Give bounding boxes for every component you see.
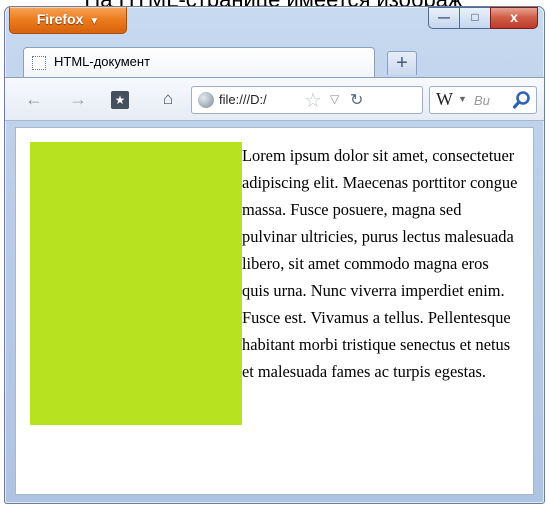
globe-icon: [198, 92, 214, 108]
bookmarks-icon[interactable]: ★: [111, 91, 129, 109]
close-button[interactable]: x: [490, 7, 538, 29]
tab-title: HTML-документ: [54, 54, 151, 69]
search-icon[interactable]: [512, 90, 532, 110]
window-controls: — □ x: [428, 7, 538, 29]
browser-window: Firefox ▼ — □ x HTML-документ + ← → ★ ⌂ f…: [4, 6, 545, 504]
firefox-menu-label: Firefox: [36, 11, 84, 27]
chevron-down-icon[interactable]: ▼: [458, 94, 467, 104]
url-input[interactable]: file:///D:/: [219, 92, 301, 107]
home-icon[interactable]: ⌂: [155, 88, 181, 110]
firefox-menu-button[interactable]: Firefox ▼: [9, 7, 127, 34]
new-tab-button[interactable]: +: [387, 51, 417, 75]
green-image-block: [30, 142, 242, 425]
reload-icon[interactable]: ↻: [350, 90, 363, 110]
tab-strip: HTML-документ +: [5, 43, 544, 77]
forward-arrow-icon[interactable]: →: [65, 88, 91, 110]
page-icon: [32, 56, 46, 70]
url-bar[interactable]: file:///D:/ ☆ ▽ ↻: [191, 86, 423, 114]
minimize-button[interactable]: —: [428, 7, 459, 29]
page-content: Lorem ipsum dolor sit amet, consectetuer…: [15, 127, 534, 495]
title-bar: Firefox ▼ — □ x: [5, 7, 544, 41]
dropdown-arrow-icon[interactable]: ▽: [330, 92, 339, 106]
search-input[interactable]: Bu: [474, 93, 490, 108]
wikipedia-icon[interactable]: W: [436, 89, 453, 110]
star-icon[interactable]: ☆: [304, 88, 322, 113]
navigation-bar: ← → ★ ⌂ file:///D:/ ☆ ▽ ↻ W ▼ Bu: [5, 77, 544, 121]
back-arrow-icon[interactable]: ←: [21, 88, 47, 110]
search-bar[interactable]: W ▼ Bu: [429, 86, 537, 114]
maximize-button[interactable]: □: [459, 7, 490, 29]
chevron-down-icon: ▼: [89, 16, 100, 27]
tab-html-document[interactable]: HTML-документ: [23, 47, 375, 77]
